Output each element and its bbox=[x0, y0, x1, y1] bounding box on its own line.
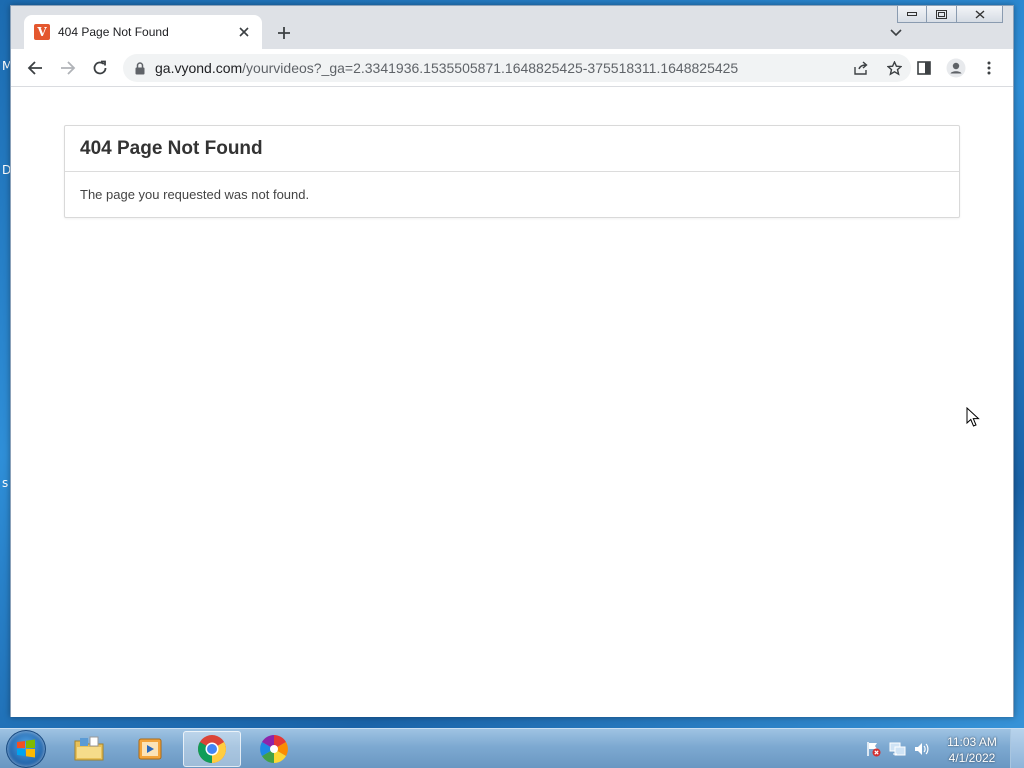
avatar-icon bbox=[946, 58, 966, 78]
error-message: The page you requested was not found. bbox=[80, 187, 310, 202]
clock-date: 4/1/2022 bbox=[948, 751, 996, 765]
arrow-left-icon bbox=[27, 61, 42, 75]
taskbar-chrome[interactable] bbox=[183, 731, 241, 767]
network-icon[interactable] bbox=[886, 739, 908, 759]
tab-strip: V 404 Page Not Found bbox=[11, 6, 1013, 49]
bookmark-star-icon[interactable] bbox=[884, 59, 904, 77]
new-tab-button[interactable] bbox=[273, 22, 295, 44]
reload-button[interactable] bbox=[88, 56, 112, 80]
back-button[interactable] bbox=[23, 56, 47, 80]
desktop-icon-label-fragment: s bbox=[2, 476, 9, 490]
mouse-cursor-icon bbox=[966, 407, 980, 427]
vyond-favicon-icon: V bbox=[34, 24, 50, 40]
lock-icon bbox=[135, 61, 145, 74]
profile-button[interactable] bbox=[944, 56, 968, 80]
side-panel-icon bbox=[917, 61, 931, 75]
maximize-button[interactable] bbox=[927, 6, 957, 23]
page-viewport: 404 Page Not Found The page you requeste… bbox=[11, 87, 1013, 717]
taskbar-media-player[interactable] bbox=[121, 731, 179, 767]
browser-window: V 404 Page Not Found ga.vyond.com/yourvi… bbox=[10, 5, 1014, 717]
taskbar-explorer[interactable] bbox=[60, 731, 118, 767]
menu-button[interactable] bbox=[977, 56, 1001, 80]
panel-body: The page you requested was not found. bbox=[65, 172, 959, 217]
action-center-flag-icon[interactable] bbox=[862, 739, 884, 759]
system-tray bbox=[862, 729, 934, 768]
page-title: 404 Page Not Found bbox=[80, 138, 263, 159]
forward-button[interactable] bbox=[56, 56, 80, 80]
clock-time: 11:03 AM bbox=[947, 735, 997, 749]
error-panel: 404 Page Not Found The page you requeste… bbox=[64, 125, 960, 218]
show-desktop-button[interactable] bbox=[1010, 729, 1024, 768]
volume-icon[interactable] bbox=[910, 739, 932, 759]
reload-icon bbox=[93, 60, 107, 75]
tab-search-button[interactable] bbox=[885, 22, 907, 44]
media-player-icon bbox=[138, 738, 162, 760]
tab-title: 404 Page Not Found bbox=[58, 25, 169, 39]
window-close-button[interactable] bbox=[957, 6, 1003, 23]
minimize-button[interactable] bbox=[897, 6, 927, 23]
chrome-icon bbox=[198, 735, 226, 763]
arrow-right-icon bbox=[61, 61, 76, 75]
browser-toolbar: ga.vyond.com/yourvideos?_ga=2.3341936.15… bbox=[11, 49, 1013, 87]
minimize-icon bbox=[907, 12, 917, 16]
side-panel-button[interactable] bbox=[912, 56, 936, 80]
start-button[interactable] bbox=[6, 730, 46, 768]
close-icon[interactable] bbox=[236, 24, 252, 40]
url-text: ga.vyond.com/yourvideos?_ga=2.3341936.15… bbox=[155, 60, 739, 76]
windows-logo-icon bbox=[17, 739, 35, 758]
photos-icon bbox=[260, 735, 288, 763]
chevron-down-icon bbox=[890, 29, 902, 37]
folder-icon bbox=[74, 736, 104, 761]
window-controls bbox=[897, 6, 1003, 23]
tab-active[interactable]: V 404 Page Not Found bbox=[24, 15, 262, 49]
taskbar-photos[interactable] bbox=[245, 731, 303, 767]
taskbar: 11:03 AM 4/1/2022 bbox=[0, 728, 1024, 768]
plus-icon bbox=[278, 27, 290, 39]
address-bar[interactable]: ga.vyond.com/yourvideos?_ga=2.3341936.15… bbox=[123, 54, 911, 82]
panel-heading: 404 Page Not Found bbox=[65, 126, 959, 172]
share-icon[interactable] bbox=[851, 59, 871, 77]
taskbar-clock[interactable]: 11:03 AM 4/1/2022 bbox=[942, 734, 1002, 766]
kebab-menu-icon bbox=[987, 61, 991, 75]
close-icon bbox=[975, 9, 984, 19]
restore-icon bbox=[936, 9, 947, 19]
